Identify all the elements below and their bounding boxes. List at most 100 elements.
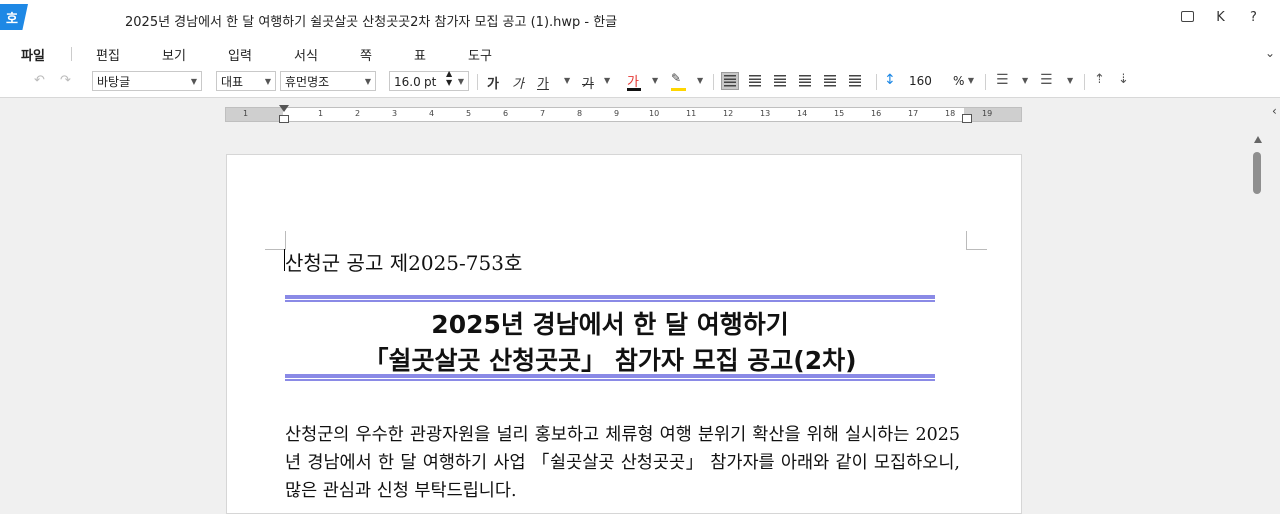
- underline-button[interactable]: 가: [537, 73, 549, 95]
- style-select[interactable]: 바탕글 ▼: [92, 71, 202, 91]
- align-justify-button[interactable]: [721, 72, 739, 90]
- headline-rule-top: [285, 295, 935, 302]
- headline-rule-bottom: [285, 374, 935, 381]
- scroll-thumb[interactable]: [1253, 152, 1261, 194]
- ruler-right-margin: [964, 108, 1021, 121]
- align-center-icon: [774, 75, 786, 87]
- ruler-left-margin: [226, 108, 283, 121]
- app-logo-glyph: 호: [6, 12, 18, 27]
- ruler-number: 16: [871, 109, 882, 118]
- numbered-list-icon[interactable]: ☰: [1040, 72, 1053, 88]
- align-right-button[interactable]: [796, 72, 814, 90]
- ruler-number: 15: [834, 109, 845, 118]
- vertical-scrollbar[interactable]: [1250, 130, 1266, 509]
- ruler-number: 5: [466, 109, 472, 118]
- chevron-down-icon[interactable]: ▼: [604, 76, 610, 85]
- font-color-button[interactable]: 가: [627, 71, 641, 93]
- align-center-button[interactable]: [771, 72, 789, 90]
- ruler-number: 10: [649, 109, 660, 118]
- ruler-number: 8: [577, 109, 583, 118]
- headline-line-2: 「쉴곳살곳 산청곳곳」 참가자 모집 공고(2차): [363, 346, 857, 375]
- ruler-number: 4: [429, 109, 435, 118]
- line-spacing-field[interactable]: 160 % ▼: [905, 71, 978, 91]
- strikethrough-button[interactable]: 가: [582, 73, 594, 95]
- menu-table[interactable]: 표: [414, 45, 426, 64]
- chevron-down-icon: ▼: [264, 77, 271, 86]
- ruler-number: 6: [503, 109, 509, 118]
- chevron-down-icon[interactable]: ▼: [697, 76, 703, 85]
- menu-view[interactable]: 보기: [162, 45, 186, 64]
- chevron-down-icon: ▼: [457, 77, 464, 86]
- menu-edit[interactable]: 편집: [96, 45, 120, 64]
- menu-file[interactable]: 파일: [21, 45, 45, 64]
- redo-icon[interactable]: ↷: [60, 73, 71, 88]
- italic-button[interactable]: 가: [512, 73, 524, 95]
- font-size-unit: pt: [424, 75, 437, 89]
- ruler-number: 11: [686, 109, 697, 118]
- font-language-select[interactable]: 대표 ▼: [216, 71, 276, 91]
- align-left-button[interactable]: [746, 72, 764, 90]
- font-size-field[interactable]: 16.0 pt ▲ ▼ ▼: [389, 69, 469, 91]
- horizontal-ruler[interactable]: 1 1 2 3 4 5 6 7 8 9 10 11 12 13 14 15 16…: [225, 105, 1022, 123]
- title-bar: 호 2025년 경남에서 한 달 여행하기 쉴곳살곳 산청곳곳2차 참가자 모집…: [0, 0, 1280, 38]
- highlight-color-bar: [671, 88, 686, 91]
- first-line-indent-marker[interactable]: [279, 105, 289, 112]
- user-account-button[interactable]: K: [1204, 10, 1237, 25]
- chevron-down-icon[interactable]: ▼: [1067, 76, 1073, 85]
- comment-button[interactable]: [1171, 10, 1204, 25]
- menu-divider: [71, 47, 72, 61]
- margin-corner-mark: [265, 231, 286, 250]
- body-paragraph: 산청군의 우수한 관광자원을 널리 홍보하고 체류형 여행 분위기 확산을 위해…: [285, 425, 960, 501]
- chevron-down-icon: ▼: [190, 77, 197, 86]
- font-language-value: 대표: [221, 75, 244, 89]
- align-distribute-button[interactable]: [821, 72, 839, 90]
- ruler-number: 19: [982, 109, 993, 118]
- menu-insert[interactable]: 입력: [228, 45, 252, 64]
- undo-icon[interactable]: ↶: [34, 73, 45, 88]
- highlight-button[interactable]: ✎: [671, 71, 686, 93]
- left-indent-marker[interactable]: [279, 115, 289, 123]
- chevron-down-icon[interactable]: ▼: [564, 76, 570, 85]
- chevron-down-icon: ▼: [364, 77, 371, 86]
- align-justify-icon: [724, 75, 736, 87]
- comment-icon: [1181, 11, 1194, 22]
- decrease-level-icon[interactable]: ⇣: [1118, 72, 1129, 87]
- highlighter-icon: ✎: [671, 71, 682, 85]
- align-distribute-icon: [824, 75, 836, 87]
- document-page[interactable]: 산청군 공고 제2025-753호 2025년 경남에서 한 달 여행하기 「쉴…: [226, 154, 1022, 514]
- right-indent-marker[interactable]: [962, 114, 972, 123]
- headline-line-1: 2025년 경남에서 한 달 여행하기: [431, 310, 789, 339]
- bullet-list-icon[interactable]: ☰: [996, 72, 1009, 88]
- bold-button[interactable]: 가: [487, 73, 499, 95]
- ribbon-collapse-icon[interactable]: ⌄: [1265, 46, 1275, 60]
- font-name-select[interactable]: 휴먼명조 ▼: [280, 71, 376, 91]
- ruler-number: 13: [760, 109, 771, 118]
- font-color-bar: [627, 88, 641, 91]
- notice-number: 산청군 공고 제2025-753호: [285, 251, 523, 275]
- toolbar-divider: [477, 74, 478, 90]
- document-title: 2025년 경남에서 한 달 여행하기 쉴곳살곳 산청곳곳2차 참가자 모집 공…: [125, 15, 618, 30]
- chevron-down-icon[interactable]: ▼: [652, 76, 658, 85]
- menu-bar: 파일 편집 보기 입력 서식 쪽 표 도구 ⌄: [0, 38, 1280, 68]
- ruler-number: 18: [945, 109, 956, 118]
- sidebar-toggle-icon[interactable]: ‹: [1272, 104, 1277, 118]
- increase-level-icon[interactable]: ⇡: [1094, 72, 1105, 87]
- margin-corner-mark: [966, 231, 987, 250]
- line-spacing-icon: ↕: [884, 72, 896, 88]
- chevron-down-icon[interactable]: ▼: [1022, 76, 1028, 85]
- line-spacing-value: 160: [909, 74, 932, 88]
- help-button[interactable]: ?: [1237, 10, 1270, 25]
- ruler-number: 1: [318, 109, 324, 118]
- ruler-number: 7: [540, 109, 546, 118]
- chevron-down-icon: ▼: [967, 76, 974, 85]
- scroll-up-icon[interactable]: [1254, 136, 1262, 143]
- menu-format[interactable]: 서식: [294, 45, 318, 64]
- align-split-button[interactable]: [846, 72, 864, 90]
- font-size-stepper[interactable]: ▲ ▼: [446, 69, 452, 87]
- title-actions: K ?: [1171, 10, 1270, 25]
- menu-tools[interactable]: 도구: [468, 45, 492, 64]
- app-logo[interactable]: 호: [0, 4, 30, 30]
- line-spacing-unit: %: [953, 74, 965, 88]
- menu-page[interactable]: 쪽: [360, 45, 372, 64]
- style-select-value: 바탕글: [97, 75, 131, 89]
